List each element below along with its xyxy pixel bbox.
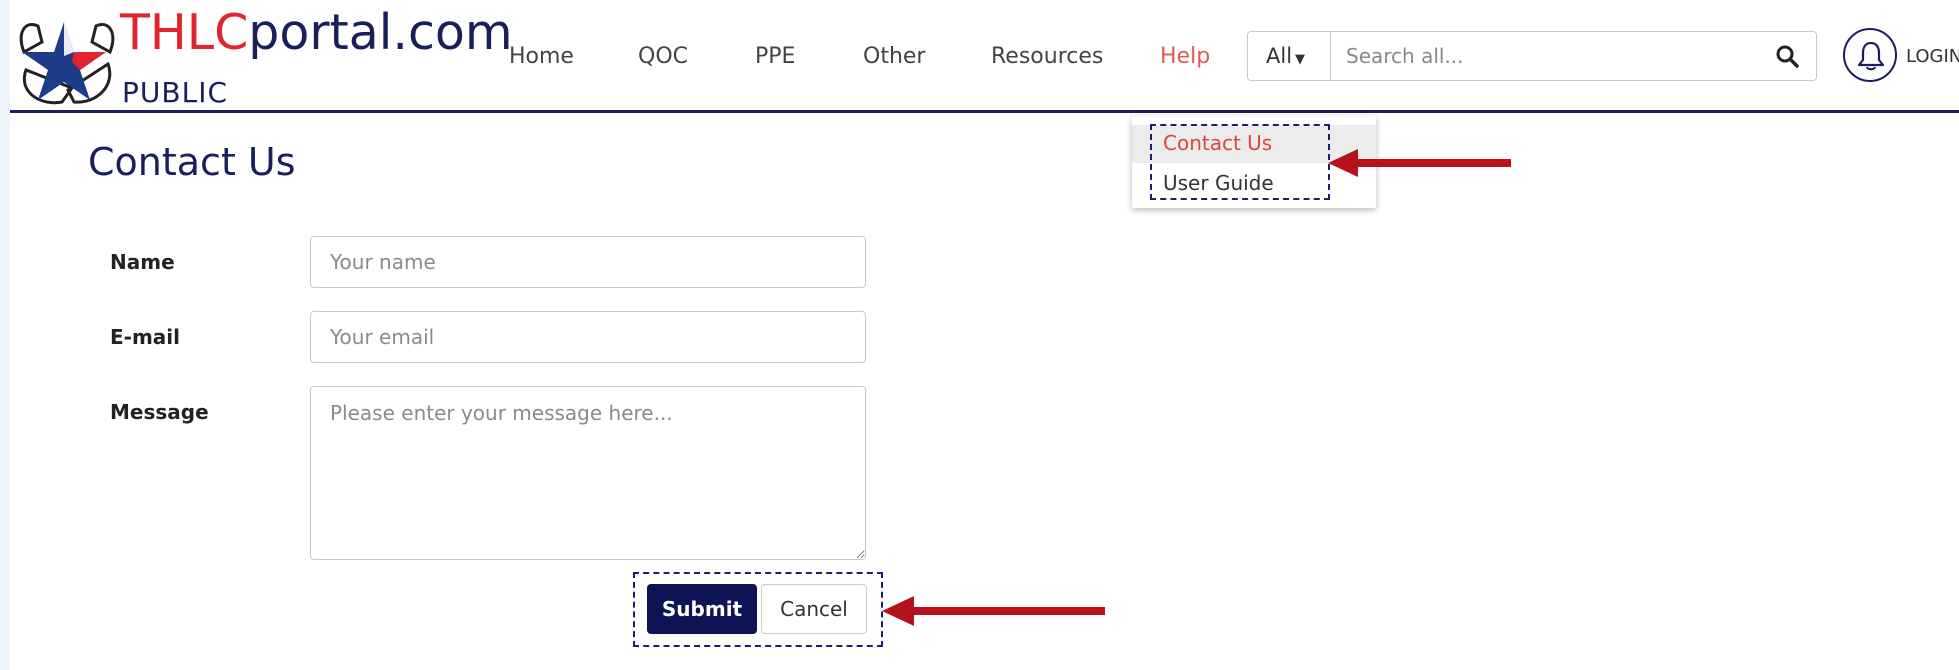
nav-other[interactable]: Other <box>863 44 925 69</box>
brand-title-red: THLC <box>120 4 249 61</box>
search-scope-label: All <box>1266 44 1293 68</box>
nav-qoc[interactable]: QOC <box>638 44 688 69</box>
annotation-arrow-icon <box>882 596 1105 626</box>
search-bar: All ▼ <box>1247 31 1817 81</box>
name-label: Name <box>110 250 175 274</box>
email-label: E-mail <box>110 325 181 349</box>
search-scope-dropdown[interactable]: All ▼ <box>1248 32 1331 80</box>
brand-title-navy: portal.com <box>248 4 513 61</box>
search-input[interactable] <box>1332 32 1762 80</box>
page: THLCportal.com PUBLIC Home QOC PPE Other… <box>10 0 1959 670</box>
annotation-highlight-menu <box>1150 124 1330 200</box>
brand-title[interactable]: THLCportal.com <box>120 8 513 57</box>
nav-help[interactable]: Help <box>1160 44 1210 69</box>
search-icon[interactable] <box>1774 43 1802 71</box>
nav-ppe[interactable]: PPE <box>755 44 795 69</box>
submit-button[interactable]: Submit <box>647 584 757 634</box>
nav-home[interactable]: Home <box>509 44 574 69</box>
nav-resources[interactable]: Resources <box>991 44 1103 69</box>
annotation-arrow-icon <box>1328 149 1511 177</box>
notifications-button[interactable] <box>1843 28 1897 82</box>
caret-down-icon: ▼ <box>1295 52 1306 67</box>
brand-subtitle: PUBLIC <box>122 76 228 109</box>
bell-icon <box>1857 41 1885 71</box>
login-link[interactable]: LOGIN <box>1906 46 1959 67</box>
email-field[interactable] <box>310 311 866 363</box>
cancel-button[interactable]: Cancel <box>761 584 867 634</box>
name-field[interactable] <box>310 236 866 288</box>
message-label: Message <box>110 400 209 424</box>
message-textarea[interactable] <box>310 386 866 560</box>
header-divider <box>10 110 1959 113</box>
logo-icon <box>19 22 115 105</box>
page-title: Contact Us <box>88 140 296 184</box>
